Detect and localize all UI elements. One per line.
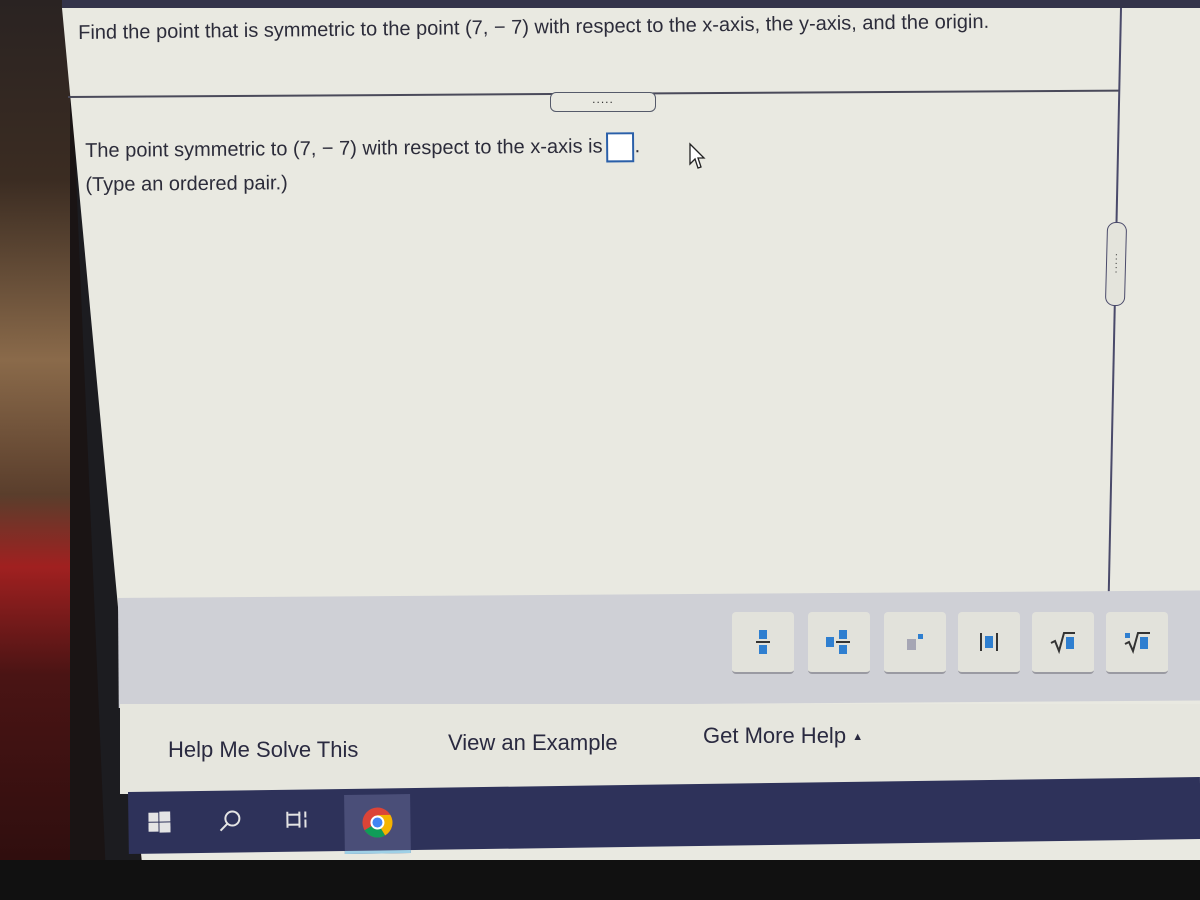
task-view-icon	[286, 811, 307, 828]
monitor-bottom	[0, 860, 1200, 900]
fraction-button[interactable]	[732, 612, 794, 674]
fraction-icon	[756, 630, 770, 654]
square-root-icon	[1050, 632, 1075, 654]
windows-start-button[interactable]	[146, 809, 172, 835]
answer-section: The point symmetric to (7, − 7) with res…	[85, 128, 786, 202]
answer-prompt: The point symmetric to (7, − 7) with res…	[85, 135, 603, 162]
nth-root-button[interactable]	[1106, 612, 1168, 674]
help-me-solve-this-link[interactable]: Help Me Solve This	[168, 737, 358, 763]
square-root-button[interactable]	[1032, 612, 1094, 674]
expand-button[interactable]: .....	[550, 92, 656, 112]
task-view-button[interactable]	[282, 805, 312, 833]
search-icon	[219, 810, 241, 832]
view-an-example-link[interactable]: View an Example	[448, 730, 618, 756]
exponent-icon	[907, 634, 923, 650]
search-button[interactable]	[216, 806, 244, 834]
answer-hint: (Type an ordered pair.)	[85, 172, 288, 196]
absolute-value-icon	[980, 633, 998, 651]
chrome-taskbar-button[interactable]	[344, 794, 411, 854]
background-room	[0, 0, 70, 900]
scrollbar-thumb[interactable]: ·····	[1104, 221, 1128, 307]
absolute-value-button[interactable]	[958, 612, 1020, 674]
get-more-help-label: Get More Help	[703, 723, 847, 748]
answer-input[interactable]	[606, 131, 635, 163]
nth-root-icon	[1124, 632, 1150, 654]
get-more-help-link[interactable]: Get More Help ▲	[703, 723, 863, 749]
caret-up-icon: ▲	[852, 731, 864, 744]
answer-period: .	[634, 135, 641, 158]
windows-logo-icon	[148, 811, 171, 833]
mixed-number-button[interactable]	[808, 612, 870, 674]
mouse-cursor-icon	[689, 142, 706, 169]
chrome-icon	[362, 807, 393, 838]
exponent-button[interactable]	[884, 612, 946, 674]
mixed-number-icon	[826, 630, 850, 654]
